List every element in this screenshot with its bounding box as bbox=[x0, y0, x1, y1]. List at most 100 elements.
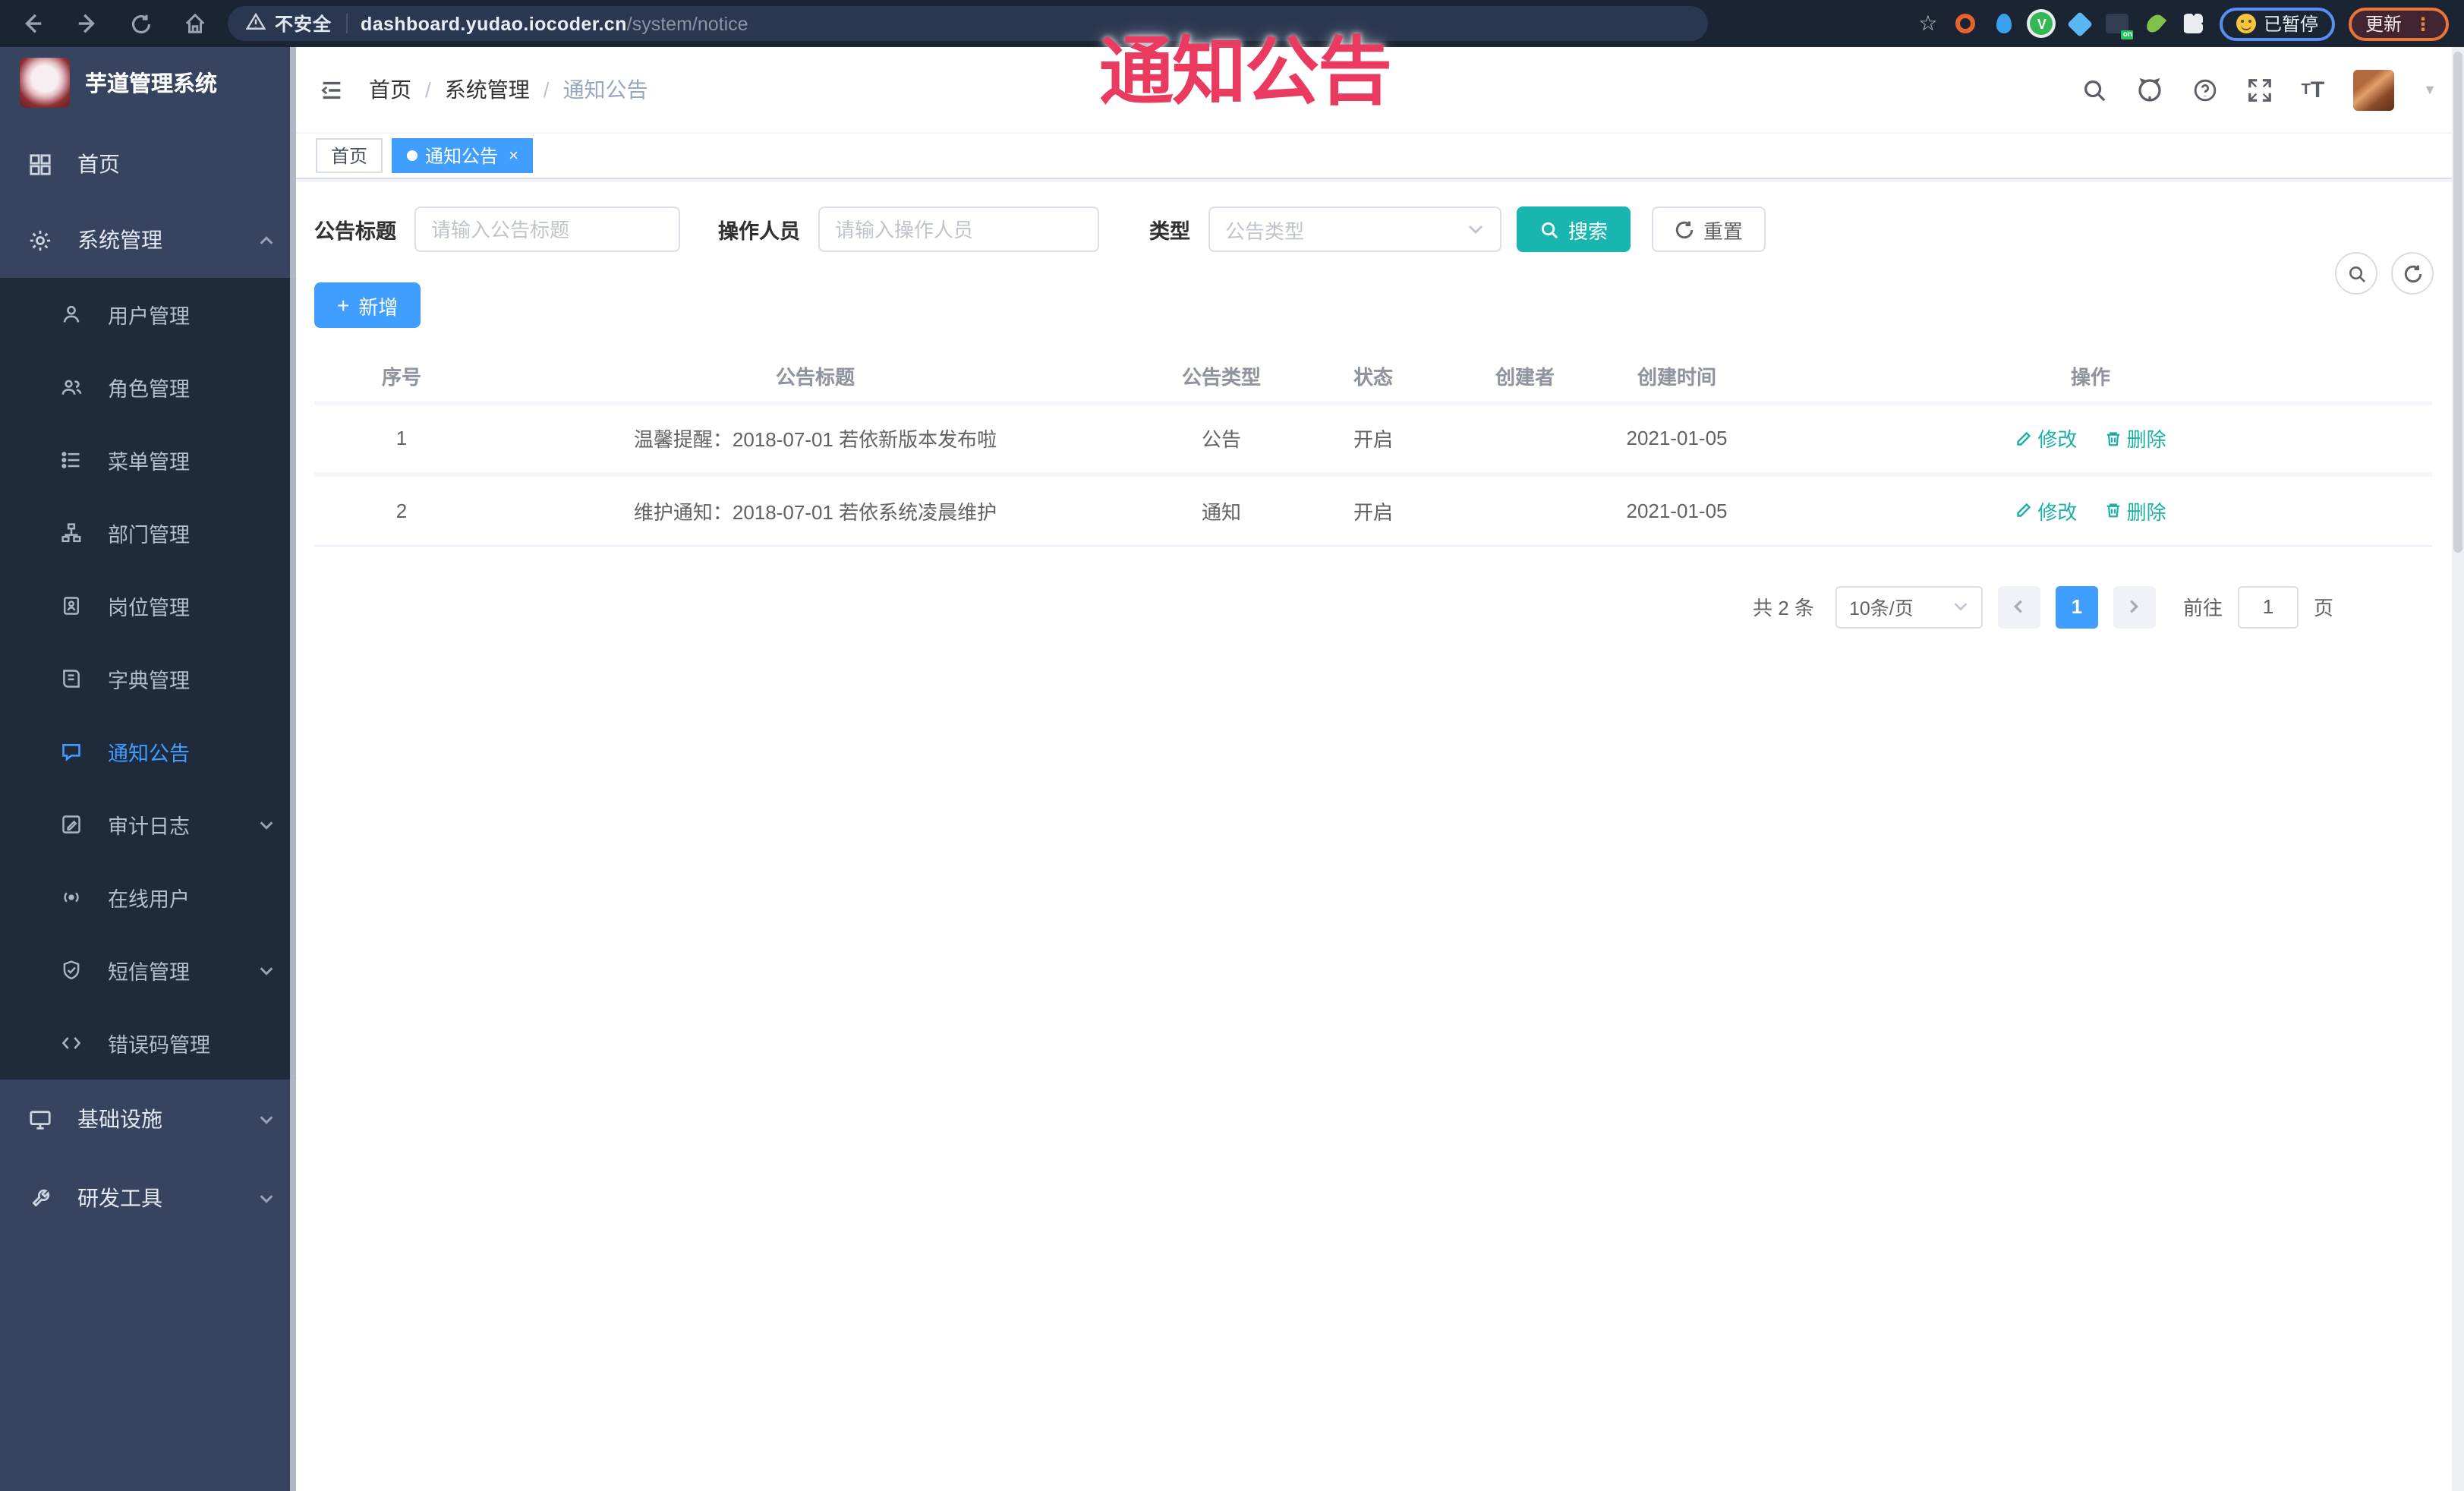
type-select[interactable]: 公告类型 bbox=[1208, 206, 1501, 252]
page-size-select[interactable]: 10条/页 bbox=[1835, 585, 1983, 628]
extension-gem-icon[interactable] bbox=[2066, 11, 2093, 36]
cell-index: 1 bbox=[314, 402, 489, 474]
breadcrumb-separator: / bbox=[425, 77, 431, 102]
extensions-puzzle-icon[interactable] bbox=[2182, 11, 2206, 36]
screenshot-root: 不安全 dashboard.yudao.iocoder.cn/system/no… bbox=[0, 0, 2464, 1491]
operator-input[interactable] bbox=[818, 206, 1099, 252]
cell-type: 通知 bbox=[1142, 474, 1301, 546]
home-icon[interactable] bbox=[184, 12, 206, 35]
extension-orange-icon[interactable] bbox=[1954, 11, 1978, 36]
omnibox-divider bbox=[345, 14, 348, 33]
extension-blue-drop-icon[interactable] bbox=[1992, 11, 2016, 36]
sidebar-item-label: 字典管理 bbox=[108, 670, 190, 692]
monitor-icon bbox=[29, 1108, 52, 1130]
org-tree-icon bbox=[61, 522, 82, 544]
forward-icon[interactable] bbox=[76, 12, 99, 35]
font-size-icon[interactable]: TT bbox=[2302, 77, 2325, 102]
sidebar-menu: 首页 系统管理 用户管理 角色管理 菜单管理 部门管理 岗位管理 字典管理 通知… bbox=[0, 126, 296, 1237]
edit-link[interactable]: 修改 bbox=[2015, 496, 2077, 525]
delete-link[interactable]: 删除 bbox=[2104, 496, 2166, 525]
sidebar-logo-row[interactable]: 芋道管理系统 bbox=[0, 47, 296, 117]
reload-icon[interactable] bbox=[131, 13, 152, 34]
sidebar-item-user-mgmt[interactable]: 用户管理 bbox=[0, 278, 296, 351]
shield-icon bbox=[61, 960, 82, 981]
sidebar-item-role-mgmt[interactable]: 角色管理 bbox=[0, 351, 296, 424]
table-header-row: 序号 公告标题 公告类型 状态 创建者 创建时间 操作 bbox=[314, 352, 2432, 403]
cell-creator bbox=[1445, 474, 1605, 546]
goto-page-input[interactable] bbox=[2237, 585, 2299, 628]
tab-home[interactable]: 首页 bbox=[316, 138, 383, 173]
prev-page-button[interactable] bbox=[1997, 585, 2040, 628]
chevron-down-icon bbox=[1467, 220, 1485, 238]
fullscreen-icon[interactable] bbox=[2247, 77, 2273, 102]
sidebar-item-system[interactable]: 系统管理 bbox=[0, 202, 296, 278]
chevron-down-icon bbox=[1952, 598, 1969, 615]
table-row[interactable]: 1 温馨提醒：2018-07-01 若依新版本发布啦 公告 开启 2021-01… bbox=[314, 402, 2432, 474]
extension-on-badge-icon[interactable]: on bbox=[2106, 11, 2134, 39]
search-icon[interactable] bbox=[2081, 77, 2107, 102]
trash-icon bbox=[2106, 503, 2119, 518]
cell-title: 维护通知：2018-07-01 若依系统凌晨维护 bbox=[489, 474, 1142, 546]
dashboard-icon bbox=[29, 153, 52, 175]
id-badge-icon bbox=[61, 595, 82, 616]
title-input[interactable] bbox=[414, 206, 680, 252]
table-row[interactable]: 2 维护通知：2018-07-01 若依系统凌晨维护 通知 开启 2021-01… bbox=[314, 474, 2432, 546]
sidebar-item-errcode-mgmt[interactable]: 错误码管理 bbox=[0, 1007, 296, 1080]
goto-label: 前往 bbox=[2182, 597, 2223, 619]
user-avatar[interactable] bbox=[2353, 69, 2395, 110]
cell-title: 温馨提醒：2018-07-01 若依新版本发布啦 bbox=[489, 402, 1142, 474]
breadcrumb-system[interactable]: 系统管理 bbox=[445, 74, 530, 105]
sidebar-item-post-mgmt[interactable]: 岗位管理 bbox=[0, 569, 296, 642]
sidebar-item-label: 错误码管理 bbox=[108, 1034, 210, 1057]
search-button[interactable]: 搜索 bbox=[1517, 206, 1631, 252]
sidebar-item-label: 部门管理 bbox=[108, 524, 190, 547]
toggle-search-button[interactable] bbox=[2335, 252, 2377, 295]
update-label: 更新 bbox=[2365, 14, 2402, 35]
address-bar[interactable]: 不安全 dashboard.yudao.iocoder.cn/system/no… bbox=[228, 6, 1708, 41]
refresh-icon bbox=[1675, 220, 1694, 238]
extension-green-v-icon[interactable]: V bbox=[2030, 11, 2054, 36]
sidebar-collapse-icon[interactable] bbox=[319, 77, 345, 102]
sidebar-item-sms-mgmt[interactable]: 短信管理 bbox=[0, 934, 296, 1007]
caret-down-icon[interactable]: ▼ bbox=[2423, 82, 2437, 97]
sidebar-item-devtools[interactable]: 研发工具 bbox=[0, 1158, 296, 1237]
pagination-total: 共 2 条 bbox=[1753, 597, 1814, 619]
sidebar-submenu-system: 用户管理 角色管理 菜单管理 部门管理 岗位管理 字典管理 通知公告 审计日志 … bbox=[0, 278, 296, 1080]
browser-update-button[interactable]: 更新 ⋮ bbox=[2348, 7, 2449, 40]
sidebar-item-home[interactable]: 首页 bbox=[0, 126, 296, 202]
page-number-1[interactable]: 1 bbox=[2055, 585, 2098, 628]
sidebar-item-dept-mgmt[interactable]: 部门管理 bbox=[0, 496, 296, 569]
add-button[interactable]: + 新增 bbox=[314, 282, 421, 328]
sidebar-item-menu-mgmt[interactable]: 菜单管理 bbox=[0, 424, 296, 496]
edit-link[interactable]: 修改 bbox=[2015, 424, 2077, 452]
title-field-label: 公告标题 bbox=[314, 220, 396, 243]
sidebar-item-online-users[interactable]: 在线用户 bbox=[0, 861, 296, 934]
github-icon[interactable] bbox=[2136, 76, 2163, 103]
sidebar-item-infra[interactable]: 基础设施 bbox=[0, 1080, 296, 1158]
url-host: dashboard.yudao.iocoder.cn bbox=[361, 13, 627, 34]
reset-button[interactable]: 重置 bbox=[1652, 206, 1766, 252]
tab-close-icon[interactable]: × bbox=[509, 147, 518, 165]
sidebar-item-audit-log[interactable]: 审计日志 bbox=[0, 788, 296, 861]
refresh-table-button[interactable] bbox=[2391, 252, 2434, 295]
next-page-button[interactable] bbox=[2113, 585, 2156, 628]
col-creator: 创建者 bbox=[1445, 352, 1605, 403]
tab-notice[interactable]: 通知公告 × bbox=[392, 138, 534, 173]
bookmark-star-icon[interactable]: ☆ bbox=[1916, 11, 1940, 36]
sidebar-item-notice[interactable]: 通知公告 bbox=[0, 715, 296, 788]
extension-sprout-icon[interactable] bbox=[2144, 11, 2168, 36]
back-icon[interactable] bbox=[21, 12, 44, 35]
sidebar-item-dict-mgmt[interactable]: 字典管理 bbox=[0, 642, 296, 715]
col-index: 序号 bbox=[314, 352, 489, 403]
page-scrollbar[interactable] bbox=[2452, 47, 2464, 1491]
breadcrumb-current: 通知公告 bbox=[562, 77, 648, 102]
scrollbar-thumb[interactable] bbox=[2453, 52, 2462, 553]
browser-menu-dots-icon[interactable]: ⋮ bbox=[2414, 14, 2432, 33]
breadcrumb-home[interactable]: 首页 bbox=[369, 74, 411, 105]
breadcrumb: 首页 / 系统管理 / 通知公告 bbox=[369, 74, 648, 105]
type-field-label: 类型 bbox=[1149, 220, 1190, 243]
profile-paused-pill[interactable]: 已暂停 bbox=[2219, 7, 2335, 40]
sidebar-scrollbar[interactable] bbox=[290, 47, 296, 1491]
delete-link[interactable]: 删除 bbox=[2104, 424, 2166, 452]
help-icon[interactable] bbox=[2192, 77, 2218, 102]
